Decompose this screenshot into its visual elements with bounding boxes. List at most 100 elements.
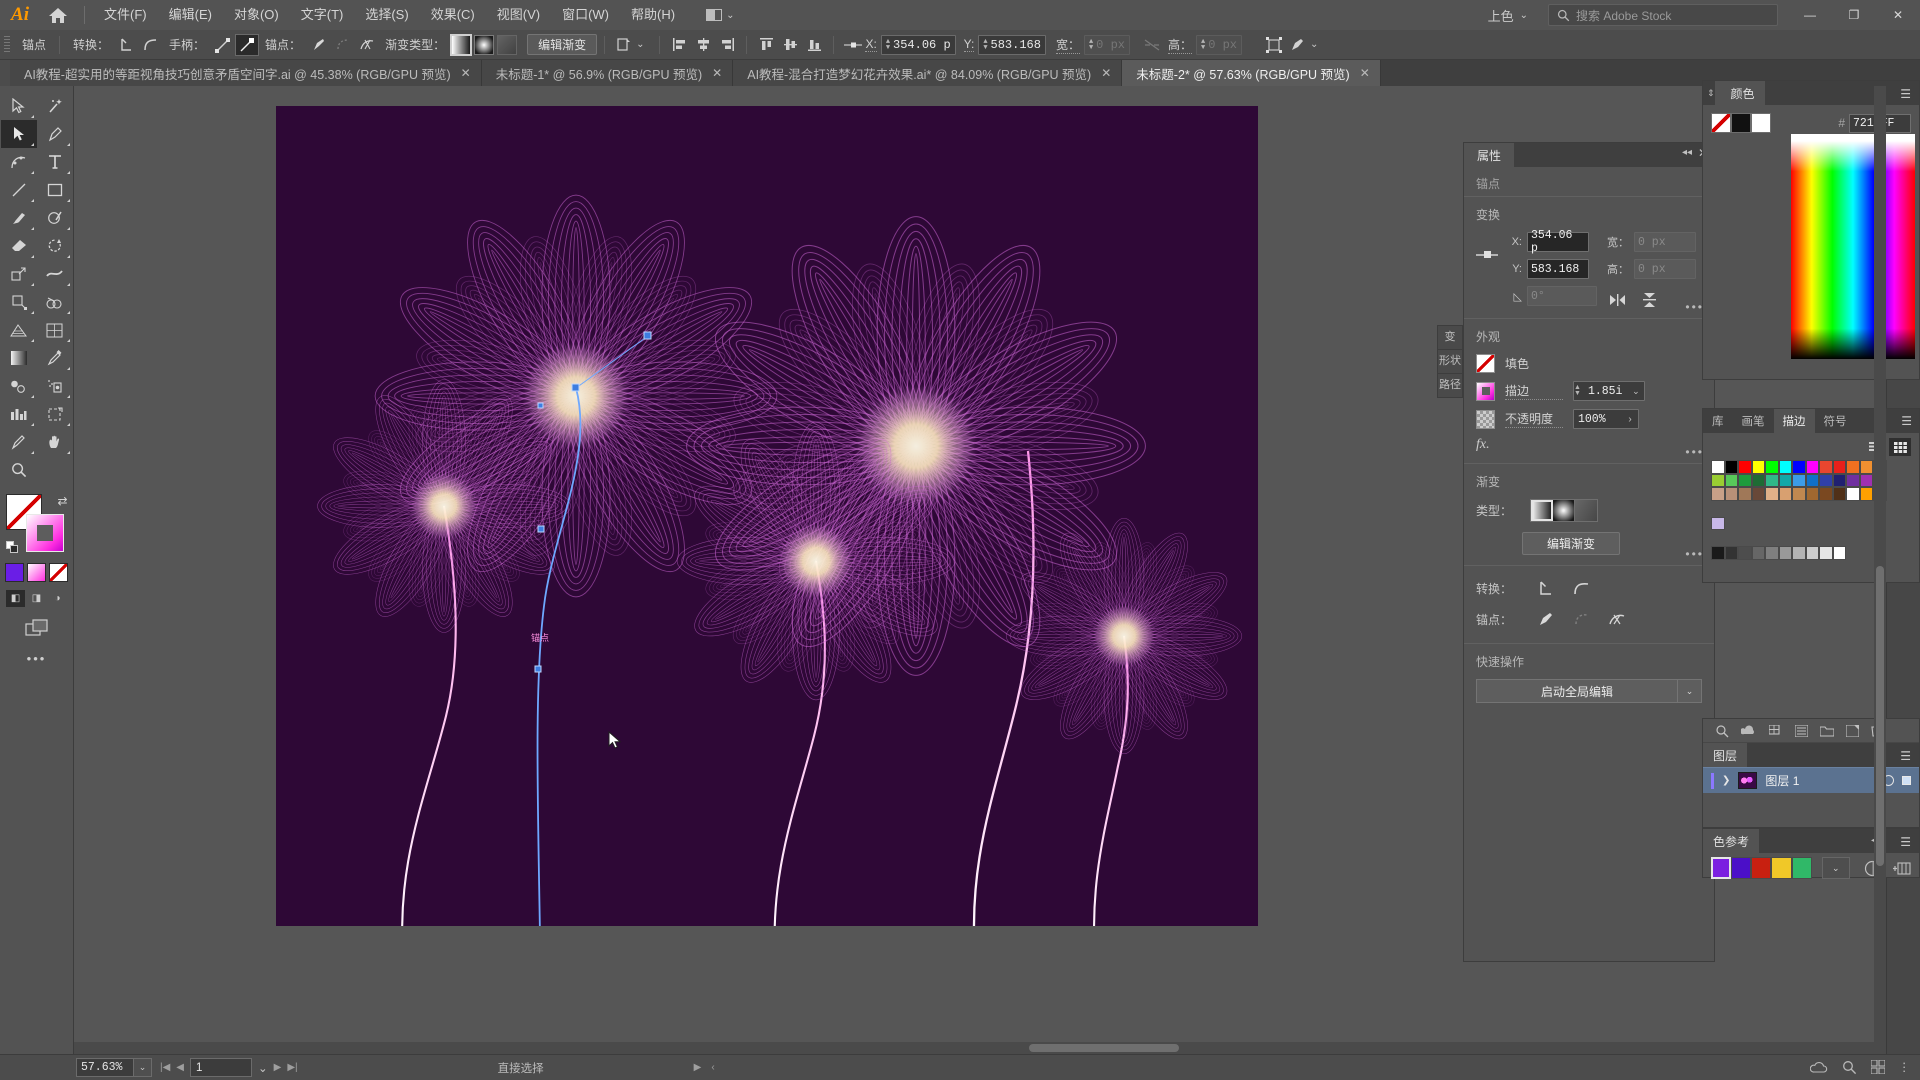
arrange-documents-button[interactable]: ⌄ xyxy=(700,4,740,26)
prev-page-icon[interactable]: ◀ xyxy=(176,1062,184,1073)
isolate-icon[interactable] xyxy=(1286,34,1310,56)
search-icon[interactable] xyxy=(1842,1060,1857,1075)
transform-each-icon[interactable] xyxy=(612,34,636,56)
none-button[interactable] xyxy=(49,563,68,582)
panel-tab-shape[interactable]: 形状 xyxy=(1437,349,1463,373)
grid-view-icon[interactable] xyxy=(1889,438,1911,456)
gradient-radial-button[interactable] xyxy=(1553,500,1575,521)
color-guide-swatch[interactable] xyxy=(1771,857,1791,879)
hand-icon[interactable] xyxy=(37,428,73,456)
swatch-cell[interactable] xyxy=(1765,546,1779,560)
close-button[interactable]: ✕ xyxy=(1876,0,1920,30)
remove-anchor-icon[interactable] xyxy=(307,34,331,56)
chevron-down-icon[interactable]: ⌄ xyxy=(1310,39,1318,50)
slice-icon[interactable] xyxy=(1,428,37,456)
swatch-cell[interactable] xyxy=(1765,487,1779,501)
close-icon[interactable]: ✕ xyxy=(1360,66,1370,80)
swatch-cell[interactable] xyxy=(1860,487,1874,501)
swatch-cell[interactable] xyxy=(1779,474,1793,488)
cut-path-icon[interactable] xyxy=(1606,609,1628,629)
menu-view[interactable]: 视图(V) xyxy=(486,0,551,30)
minimize-button[interactable]: — xyxy=(1788,0,1832,30)
swatch-cell[interactable] xyxy=(1738,487,1752,501)
link-dimensions-icon[interactable] xyxy=(1140,34,1164,56)
select-similar-icon[interactable] xyxy=(1262,34,1286,56)
more-options-icon[interactable]: ⋮ xyxy=(1899,1060,1911,1074)
menu-effect[interactable]: 效果(C) xyxy=(420,0,486,30)
direct-selection-icon[interactable] xyxy=(1,120,37,148)
home-icon[interactable] xyxy=(40,0,76,30)
tab-stroke[interactable]: 描边 xyxy=(1774,409,1815,433)
gradient-button[interactable] xyxy=(27,563,46,582)
zoom-icon[interactable] xyxy=(1,456,37,484)
tab-layers[interactable]: 图层 xyxy=(1703,743,1747,767)
layer-row[interactable]: ❯ 图层 1 xyxy=(1703,767,1919,793)
start-global-edit-button[interactable]: 启动全局编辑 xyxy=(1476,679,1678,703)
perspective-grid-icon[interactable] xyxy=(1,316,37,344)
page-number-input[interactable]: 1 xyxy=(190,1058,252,1077)
document-tab-3[interactable]: 未标题-2* @ 57.63% (RGB/GPU 预览) ✕ xyxy=(1122,60,1381,86)
shape-builder-icon[interactable] xyxy=(37,288,73,316)
zoom-control[interactable]: 57.63% ⌄ xyxy=(76,1058,152,1077)
tab-symbols[interactable]: 符号 xyxy=(1815,409,1856,433)
tab-brushes[interactable]: 画笔 xyxy=(1733,409,1774,433)
show-handles-icon[interactable] xyxy=(211,34,235,56)
paintbrush-icon[interactable] xyxy=(1,204,37,232)
stroke-swatch[interactable] xyxy=(1476,382,1495,401)
panel-resize-icon[interactable]: ⇕ xyxy=(1707,88,1715,99)
gradient-freeform-button[interactable] xyxy=(497,35,517,55)
color-button[interactable] xyxy=(5,563,24,582)
swatch-cell[interactable] xyxy=(1738,474,1752,488)
x-input[interactable]: 354.06 p xyxy=(1527,232,1589,252)
curvature-icon[interactable] xyxy=(1,148,37,176)
edit-gradient-button[interactable]: 编辑渐变 xyxy=(527,34,597,55)
default-fill-stroke-icon[interactable] xyxy=(6,541,19,554)
swatch-cell[interactable] xyxy=(1711,517,1725,531)
swatch-cell[interactable] xyxy=(1819,546,1833,560)
connect-anchors-icon[interactable] xyxy=(1570,609,1592,629)
close-icon[interactable]: ✕ xyxy=(1101,66,1111,80)
control-bar-grip[interactable] xyxy=(4,36,10,54)
fill-swatch[interactable] xyxy=(1476,354,1495,373)
swatch-cell[interactable] xyxy=(1860,460,1874,474)
convert-to-smooth-icon[interactable] xyxy=(139,34,163,56)
horizontal-scrollbar[interactable] xyxy=(74,1042,1886,1054)
swatch-black[interactable] xyxy=(1731,113,1751,133)
rectangle-icon[interactable] xyxy=(37,176,73,204)
align-top-icon[interactable] xyxy=(754,34,778,56)
magic-wand-icon[interactable] xyxy=(37,92,73,120)
panel-menu-icon[interactable]: ☰ xyxy=(1900,749,1911,763)
swatch-cell[interactable] xyxy=(1725,487,1739,501)
shaper-icon[interactable] xyxy=(37,204,73,232)
width-icon[interactable] xyxy=(37,260,73,288)
stroke-swatch[interactable] xyxy=(26,514,64,552)
line-segment-icon[interactable] xyxy=(1,176,37,204)
chevron-down-icon[interactable]: ⌄ xyxy=(1678,679,1702,703)
swatch-cell[interactable] xyxy=(1752,460,1766,474)
gradient-freeform-button[interactable] xyxy=(1575,500,1597,521)
search-stock-input[interactable]: 搜索 Adobe Stock xyxy=(1548,4,1778,26)
swatch-cell[interactable] xyxy=(1738,546,1752,560)
align-right-icon[interactable] xyxy=(715,34,739,56)
panel-tab-transform[interactable]: 变 xyxy=(1437,325,1463,349)
chevron-down-icon[interactable]: ⌄ xyxy=(258,1061,268,1075)
swatch-cell[interactable] xyxy=(1792,546,1806,560)
mesh-icon[interactable] xyxy=(37,316,73,344)
chevron-down-icon[interactable]: ⌄ xyxy=(636,39,644,50)
chevron-down-icon[interactable]: ⌄ xyxy=(134,1058,152,1077)
tab-color-guide[interactable]: 色参考 xyxy=(1703,829,1759,853)
reference-point-icon[interactable] xyxy=(841,34,865,56)
menu-object[interactable]: 对象(O) xyxy=(223,0,290,30)
first-page-icon[interactable]: |◀ xyxy=(160,1062,170,1073)
swatch-white[interactable] xyxy=(1751,113,1771,133)
swatch-cell[interactable] xyxy=(1846,474,1860,488)
last-page-icon[interactable]: ▶| xyxy=(287,1062,297,1073)
tab-library[interactable]: 库 xyxy=(1703,409,1733,433)
document-tab-1[interactable]: 未标题-1* @ 56.9% (RGB/GPU 预览) ✕ xyxy=(482,60,734,86)
draw-behind-icon[interactable]: ◨ xyxy=(27,590,46,607)
color-guide-swatch[interactable] xyxy=(1792,857,1812,879)
swatch-cell[interactable] xyxy=(1846,487,1860,501)
swatch-cell[interactable] xyxy=(1833,460,1847,474)
swatch-cell[interactable] xyxy=(1833,487,1847,501)
align-center-h-icon[interactable] xyxy=(691,34,715,56)
